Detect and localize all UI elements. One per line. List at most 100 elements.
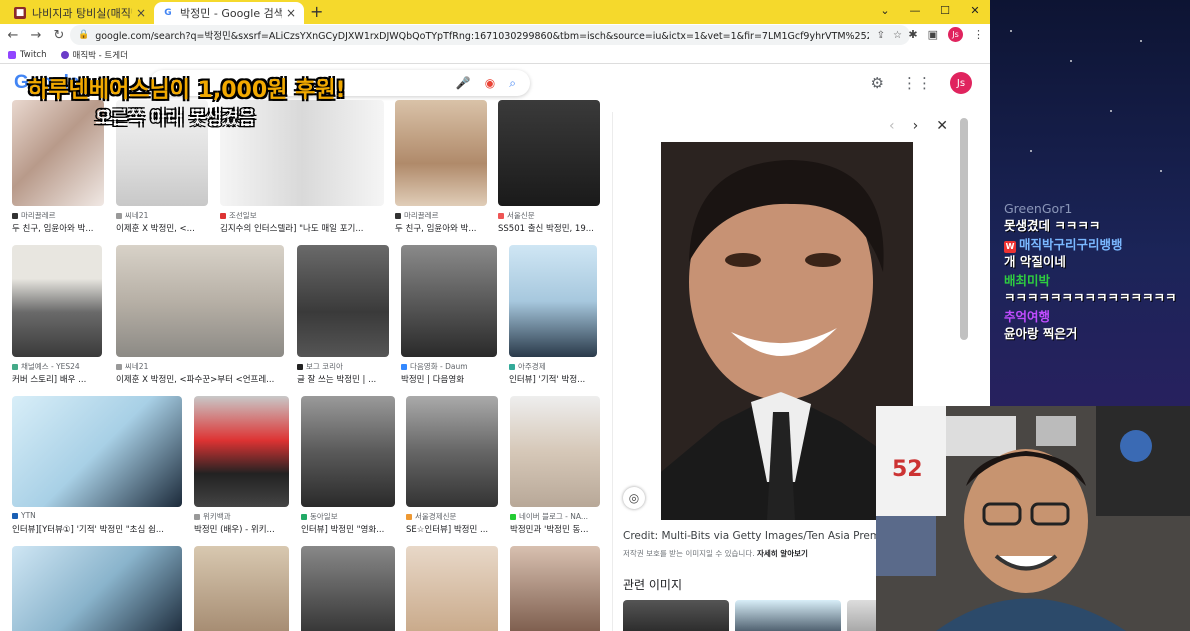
result-caption[interactable]: 이제훈 X 박정민, <... <box>116 222 208 234</box>
bookmark-twitch[interactable]: Twitch <box>8 50 47 60</box>
result-source: 보그 코리아 <box>297 361 343 372</box>
image-result[interactable]: 서울경제신문 SE☆인터뷰] 박정민 ... <box>406 396 498 536</box>
image-result[interactable]: 서울신문 SS501 출신 박정민, 19... <box>498 100 600 235</box>
address-bar[interactable]: 🔒 google.com/search?q=박정민&sxsrf=ALiCzsYX… <box>70 25 910 45</box>
result-caption[interactable]: 인터뷰] '기적' 박정... <box>509 373 597 385</box>
tab-title: 박정민 - Google 검색 <box>180 7 282 20</box>
url-text: google.com/search?q=박정민&sxsrf=ALiCzsYXnG… <box>95 31 868 42</box>
result-caption[interactable]: SE☆인터뷰] 박정민 ... <box>406 523 498 535</box>
result-thumbnail[interactable] <box>12 546 182 631</box>
profile-avatar[interactable]: Js <box>948 27 963 42</box>
bookmark-tgd[interactable]: 매직박 - 트게더 <box>60 49 128 61</box>
image-result[interactable]: 다음영화 - Daum 박정민 | 다음영화 <box>401 245 497 385</box>
image-result[interactable]: 씨네21 이제훈 X 박정민, <파수꾼>부터 <언프레... <box>116 245 284 385</box>
result-thumbnail[interactable] <box>395 100 487 206</box>
chat-text: 윤아랑 찍은거 <box>1004 326 1078 341</box>
result-source: 서울경제신문 <box>406 511 456 522</box>
result-thumbnail[interactable] <box>301 546 395 631</box>
back-button[interactable]: ← <box>3 28 23 43</box>
minimize-button[interactable]: — <box>900 0 930 24</box>
result-thumbnail[interactable] <box>301 396 395 507</box>
star-decoration <box>1160 170 1162 172</box>
image-result[interactable]: 동아일보 인터뷰] 박정민 "영화... <box>301 396 395 536</box>
svg-text:52: 52 <box>892 457 923 482</box>
result-caption[interactable]: 박정민과 '박정민 동... <box>510 523 600 535</box>
prev-arrow-icon[interactable]: ‹ <box>889 118 895 134</box>
close-icon[interactable]: ✕ <box>936 118 948 134</box>
bookmarks-bar: Twitch 매직박 - 트게더 <box>0 46 990 64</box>
result-source: 마리끌레르 <box>12 210 56 221</box>
image-result[interactable]: 보그 코리아 글 잘 쓰는 박정민 | ... <box>297 245 389 385</box>
result-thumbnail[interactable] <box>12 396 182 507</box>
result-thumbnail[interactable] <box>194 546 289 631</box>
settings-gear-icon[interactable]: ⚙ <box>871 74 884 92</box>
result-caption[interactable]: 김지수의 인터스텔라] "나도 매일 포기... <box>220 222 384 234</box>
source-icon <box>510 513 516 520</box>
image-result[interactable]: 위키백과 박정민 (배우) - 위키... <box>194 396 289 536</box>
result-thumbnail[interactable] <box>401 245 497 357</box>
result-thumbnail[interactable] <box>194 396 289 507</box>
tab-title: 나비지과 탕비실(매직박) - 침하하 <box>32 7 132 20</box>
close-window-button[interactable]: ✕ <box>960 0 990 24</box>
result-thumbnail[interactable] <box>406 396 498 507</box>
side-panel-icon[interactable]: ▣ <box>928 28 938 41</box>
result-caption[interactable]: 글 잘 쓰는 박정민 | ... <box>297 373 389 385</box>
image-result[interactable]: 마리끌레르 두 친구, 임윤아와 박... <box>12 100 104 235</box>
image-result[interactable]: YTN 인터뷰][Y터뷰①] '기적' 박정민 "초심 쉽... <box>12 396 182 536</box>
image-result[interactable]: 채널예스 - YES24 커버 스토리] 배우 ... <box>12 245 102 385</box>
search-icon[interactable]: ⌕ <box>509 76 516 91</box>
close-icon[interactable]: × <box>286 6 296 20</box>
google-header-right: ⚙ ⋮⋮ Js <box>871 72 972 94</box>
result-thumbnail[interactable] <box>510 546 600 631</box>
image-result[interactable]: 아주경제 인터뷰] '기적' 박정... <box>509 245 597 385</box>
result-thumbnail[interactable] <box>12 245 102 357</box>
image-result[interactable]: 마리끌레르 두 친구, 임윤아와 박... <box>395 100 487 235</box>
result-thumbnail[interactable] <box>116 245 284 357</box>
share-icon[interactable]: ⇪ <box>877 30 885 41</box>
result-caption[interactable]: 두 친구, 임윤아와 박... <box>12 222 104 234</box>
result-thumbnail[interactable] <box>297 245 389 357</box>
google-account-avatar[interactable]: Js <box>950 72 972 94</box>
screen: ■ 나비지과 탕비실(매직박) - 침하하 × G 박정민 - Google 검… <box>0 0 1190 631</box>
menu-icon[interactable]: ⋮ <box>973 28 984 41</box>
result-caption[interactable]: 박정민 | 다음영화 <box>401 373 497 385</box>
related-thumbnail[interactable] <box>623 600 729 631</box>
result-caption[interactable]: 인터뷰][Y터뷰①] '기적' 박정민 "초심 쉽... <box>12 523 182 535</box>
maximize-button[interactable]: ☐ <box>930 0 960 24</box>
chat-text: ㅋㅋㅋㅋㅋㅋㅋㅋㅋㅋㅋㅋㅋㅋㅋ <box>1004 290 1177 305</box>
google-lens-icon[interactable]: ◎ <box>623 487 645 509</box>
new-tab-button[interactable]: + <box>310 2 323 21</box>
result-thumbnail[interactable] <box>12 100 104 206</box>
result-source: 조선일보 <box>220 210 257 221</box>
next-arrow-icon[interactable]: › <box>913 118 919 134</box>
chat-username: GreenGor1 <box>1004 201 1073 216</box>
lens-icon[interactable]: ◉ <box>485 76 495 90</box>
result-caption[interactable]: 인터뷰] 박정민 "영화... <box>301 523 395 535</box>
extensions-icon[interactable]: ✱ <box>908 28 917 41</box>
result-caption[interactable]: SS501 출신 박정민, 19... <box>498 222 600 234</box>
reload-button[interactable]: ↻ <box>49 28 69 43</box>
forward-button[interactable]: → <box>26 28 46 43</box>
result-thumbnail[interactable] <box>510 396 600 507</box>
chevron-down-icon[interactable]: ⌄ <box>870 0 900 24</box>
preview-scrollbar[interactable] <box>960 118 968 340</box>
toolbar-right: ✱ ▣ Js ⋮ <box>908 27 984 42</box>
result-thumbnail[interactable] <box>406 546 498 631</box>
apps-grid-icon[interactable]: ⋮⋮ <box>902 74 932 92</box>
result-thumbnail[interactable] <box>498 100 600 206</box>
result-thumbnail[interactable] <box>509 245 597 357</box>
result-caption[interactable]: 두 친구, 임윤아와 박... <box>395 222 487 234</box>
related-thumbnail[interactable] <box>735 600 841 631</box>
bookmark-star-icon[interactable]: ☆ <box>893 30 902 41</box>
tab-active[interactable]: G 박정민 - Google 검색 × <box>154 2 304 24</box>
copyright-text: 저작권 보호를 받는 이미지일 수 있습니다. <box>623 549 755 558</box>
mic-icon[interactable]: 🎤 <box>456 76 471 90</box>
result-caption[interactable]: 커버 스토리] 배우 ... <box>12 373 102 385</box>
google-favicon-icon: G <box>164 8 172 18</box>
result-caption[interactable]: 이제훈 X 박정민, <파수꾼>부터 <언프레... <box>116 373 284 385</box>
tab-inactive[interactable]: ■ 나비지과 탕비실(매직박) - 침하하 × <box>6 2 154 24</box>
result-caption[interactable]: 박정민 (배우) - 위키... <box>194 523 289 535</box>
learn-more-link[interactable]: 자세히 알아보기 <box>757 549 808 558</box>
image-result[interactable]: 네이버 블로그 - NA... 박정민과 '박정민 동... <box>510 396 600 536</box>
close-icon[interactable]: × <box>136 6 146 20</box>
